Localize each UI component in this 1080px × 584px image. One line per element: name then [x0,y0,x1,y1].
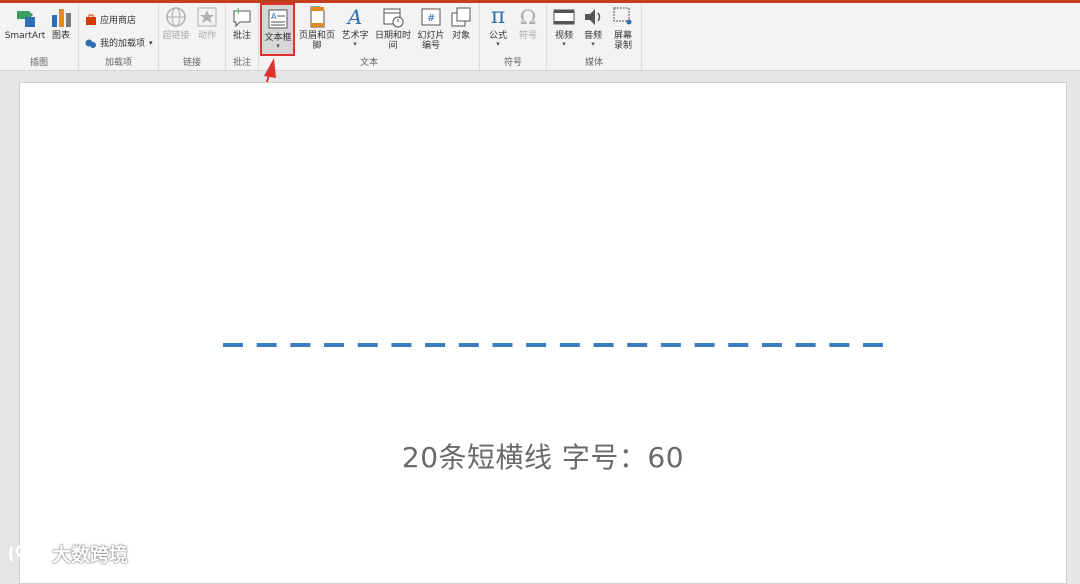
short-dash [660,343,681,347]
watermark: 大数跨境 [8,540,128,567]
dashed-line[interactable] [20,83,1066,583]
short-dash [863,343,883,347]
short-dash [795,343,816,347]
short-dash [492,343,513,347]
short-dash [526,343,547,347]
short-dash [694,343,715,347]
short-dash [256,343,277,347]
short-dash [391,343,412,347]
short-dash [728,343,749,347]
slide-caption[interactable]: 20条短横线 字号：60 [20,436,1066,476]
short-dash [290,343,311,347]
short-dash [223,343,243,347]
watermark-text: 大数跨境 [52,544,129,566]
short-dash [627,343,648,347]
short-dash [559,343,580,347]
short-dash [829,343,850,347]
short-dash [357,343,378,347]
slide-canvas[interactable]: 20条短横线 字号：60 [19,82,1067,584]
short-dash [425,343,446,347]
short-dash [761,343,782,347]
short-dash [593,343,614,347]
short-dash [324,343,345,347]
short-dash [458,343,479,347]
watermark-logo-icon [9,544,41,561]
